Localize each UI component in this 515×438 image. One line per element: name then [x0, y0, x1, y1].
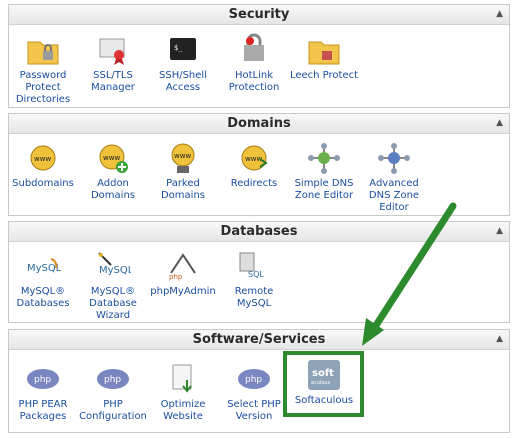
security-title: Security [228, 7, 290, 22]
databases-title: Databases [220, 224, 298, 239]
subdomains[interactable]: www Subdomains [8, 141, 78, 190]
phpmyadmin-icon: php [165, 249, 201, 283]
security-header[interactable]: Security ▲ [9, 5, 509, 25]
optimize-website[interactable]: Optimize Website [148, 362, 218, 423]
hotlink-protection[interactable]: HotLink Protection [219, 33, 289, 94]
mysql-databases[interactable]: MySQL MySQL® Databases [8, 249, 78, 310]
www-redirect-icon: www [236, 141, 272, 175]
domains-title: Domains [227, 116, 291, 131]
redirects[interactable]: www Redirects [219, 141, 289, 190]
advanced-dns-zone-editor[interactable]: Advanced DNS Zone Editor [359, 141, 429, 214]
collapse-icon[interactable]: ▲ [496, 222, 503, 241]
hotlink-icon [236, 33, 272, 67]
svg-text:php: php [34, 375, 51, 385]
software-services-header[interactable]: Software/Services ▲ [9, 330, 509, 350]
www-parked-icon: www [165, 141, 201, 175]
php-configuration[interactable]: php PHP Configuration [78, 362, 148, 423]
parked-domains[interactable]: www Parked Domains [148, 141, 218, 202]
mysql-database-wizard[interactable]: MySQL MySQL® Database Wizard [78, 249, 148, 322]
software-services-title: Software/Services [192, 332, 326, 347]
php-icon: php [236, 362, 272, 396]
simple-dns-zone-editor[interactable]: Simple DNS Zone Editor [289, 141, 359, 202]
ssl-tls-manager[interactable]: SSL/TLS Manager [78, 33, 148, 94]
collapse-icon[interactable]: ▲ [496, 5, 503, 24]
svg-text:SQL: SQL [248, 270, 264, 279]
svg-text:www: www [103, 154, 120, 162]
addon-domains[interactable]: www Addon Domains [78, 141, 148, 202]
remote-mysql-icon: SQL [236, 249, 272, 283]
svg-text:www: www [174, 152, 191, 160]
ssh-shell-access[interactable]: $_ SSH/Shell Access [148, 33, 218, 94]
www-add-icon: www [95, 141, 131, 175]
remote-mysql[interactable]: SQL Remote MySQL [219, 249, 289, 310]
mysql-wizard-icon: MySQL [95, 249, 131, 283]
certificate-icon [95, 33, 131, 67]
svg-text:MySQL: MySQL [99, 265, 131, 276]
collapse-icon[interactable]: ▲ [496, 330, 503, 349]
leech-protect[interactable]: Leech Protect [289, 33, 359, 82]
svg-text:php: php [245, 375, 262, 385]
php-icon: php [95, 362, 131, 396]
folder-leech-icon [306, 33, 342, 67]
php-icon: php [25, 362, 61, 396]
svg-text:www: www [34, 155, 51, 163]
svg-text:$_: $_ [174, 44, 183, 52]
password-protect-directories[interactable]: Password Protect Directories [8, 33, 78, 106]
collapse-icon[interactable]: ▲ [496, 114, 503, 133]
optimize-icon [165, 362, 201, 396]
mysql-icon: MySQL [25, 249, 61, 283]
www-globe-icon: www [25, 141, 61, 175]
svg-text:php: php [104, 375, 121, 385]
terminal-icon: $_ [165, 33, 201, 67]
folder-lock-icon [25, 33, 61, 67]
svg-text:php: php [169, 273, 183, 281]
dns-zone-icon [306, 141, 342, 175]
advanced-dns-icon [376, 141, 412, 175]
php-pear-packages[interactable]: php PHP PEAR Packages [8, 362, 78, 423]
databases-header[interactable]: Databases ▲ [9, 222, 509, 242]
domains-header[interactable]: Domains ▲ [9, 114, 509, 134]
svg-text:www: www [245, 155, 262, 163]
select-php-version[interactable]: php Select PHP Version [219, 362, 289, 423]
softaculous-highlight-box [283, 351, 364, 417]
phpmyadmin[interactable]: php phpMyAdmin [148, 249, 218, 298]
